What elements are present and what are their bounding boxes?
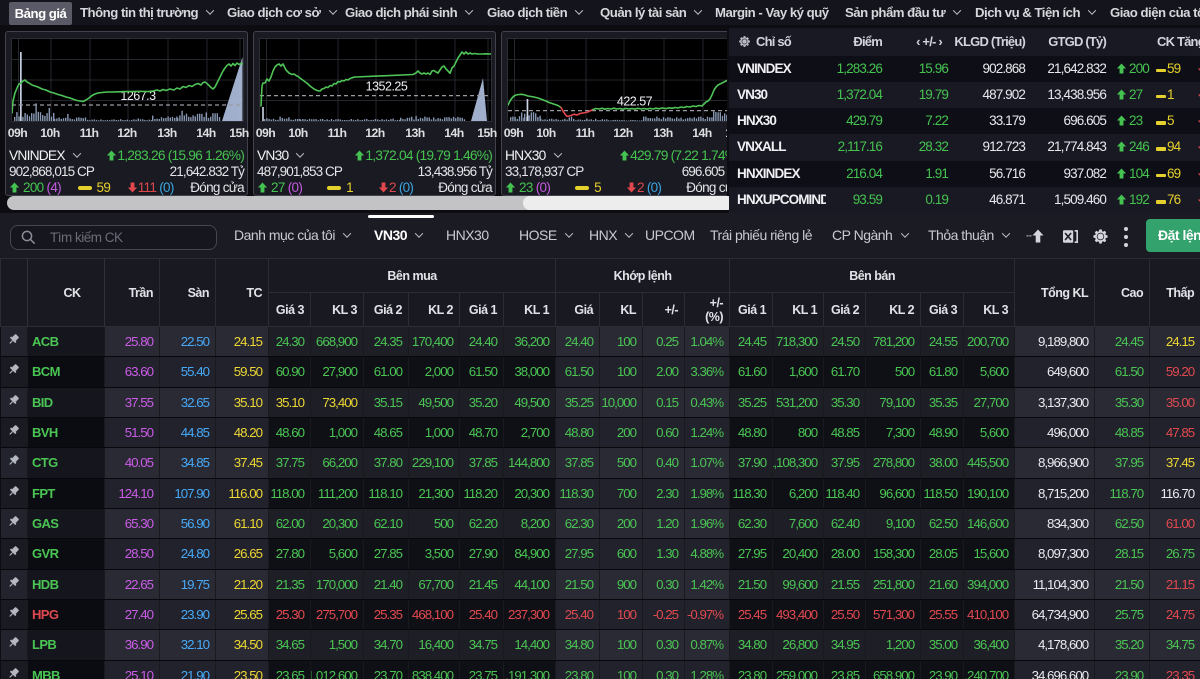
svg-text:1352.25: 1352.25 — [366, 80, 408, 94]
svg-text:422.57: 422.57 — [617, 95, 653, 109]
